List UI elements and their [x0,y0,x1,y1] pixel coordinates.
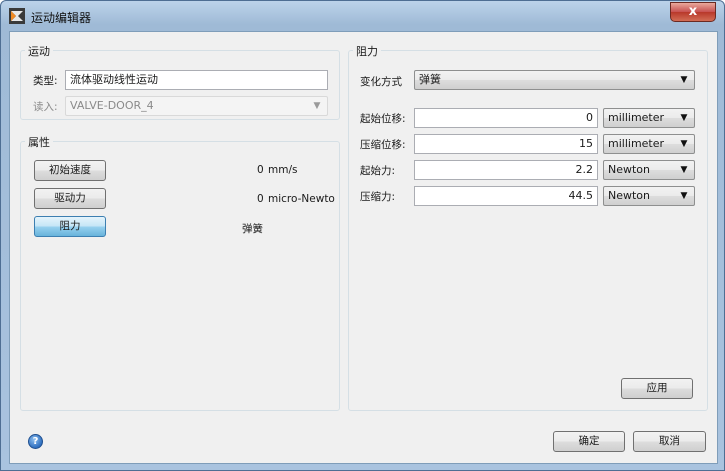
start-displacement-field[interactable]: 0 [414,108,598,128]
compression-force-label: 压缩力: [360,191,396,203]
compression-displacement-field[interactable]: 15 [414,134,598,154]
start-force-label: 起始力: [360,165,396,177]
chevron-down-icon: ▼ [680,165,688,175]
type-label: 类型: [33,75,58,87]
start-force-unit: Newton [608,163,651,176]
start-displacement-unit: millimeter [608,111,665,124]
ok-button[interactable]: 确定 [553,431,625,452]
app-logo-icon [9,8,25,24]
mode-select[interactable]: 弹簧 ▼ [414,70,695,90]
help-icon[interactable]: ? [28,434,43,449]
chevron-down-icon: ▼ [680,113,688,123]
start-displacement-unit-select[interactable]: millimeter ▼ [603,108,695,128]
apply-button[interactable]: 应用 [621,378,693,399]
chevron-down-icon: ▼ [313,101,321,111]
driving-force-button[interactable]: 驱动力 [34,188,106,209]
mode-label: 变化方式 [360,76,402,88]
properties-group: 属性 [20,134,340,411]
mode-select-value: 弹簧 [419,73,441,86]
chevron-down-icon: ▼ [680,75,688,85]
compression-force-unit-select[interactable]: Newton ▼ [603,186,695,206]
compression-displacement-label: 压缩位移: [360,139,406,151]
close-button[interactable]: x [670,2,716,22]
compression-displacement-unit-select[interactable]: millimeter ▼ [603,134,695,154]
initial-velocity-value: 0 [257,164,264,176]
read-label: 读入: [33,101,58,113]
read-select-value: VALVE-DOOR_4 [70,99,154,112]
editor-window: 运动编辑器 x 运动 类型: 流体驱动线性运动 读入: VALVE-DOOR_4… [0,0,725,471]
resistance-type-value: 弹簧 [242,223,263,235]
compression-displacement-unit: millimeter [608,137,665,150]
chevron-down-icon: ▼ [680,191,688,201]
properties-group-title: 属性 [25,134,53,150]
compression-force-unit: Newton [608,189,651,202]
type-field[interactable]: 流体驱动线性运动 [65,70,328,90]
driving-force-unit: micro-Newto [268,193,335,205]
resistance-group-title: 阻力 [353,43,381,59]
title-bar[interactable]: 运动编辑器 x [1,1,724,31]
start-force-field[interactable]: 2.2 [414,160,598,180]
start-displacement-label: 起始位移: [360,113,406,125]
window-title: 运动编辑器 [31,11,92,25]
resistance-group: 阻力 [348,43,708,411]
dialog-body: 运动 类型: 流体驱动线性运动 读入: VALVE-DOOR_4 ▼ 属性 初始… [9,31,718,464]
start-force-unit-select[interactable]: Newton ▼ [603,160,695,180]
initial-velocity-unit: mm/s [268,164,298,176]
compression-force-field[interactable]: 44.5 [414,186,598,206]
initial-velocity-button[interactable]: 初始速度 [34,160,106,181]
cancel-button[interactable]: 取消 [633,431,706,452]
driving-force-value: 0 [257,193,264,205]
read-select: VALVE-DOOR_4 ▼ [65,96,328,116]
motion-group-title: 运动 [25,43,53,59]
chevron-down-icon: ▼ [680,139,688,149]
resistance-button[interactable]: 阻力 [34,216,106,237]
